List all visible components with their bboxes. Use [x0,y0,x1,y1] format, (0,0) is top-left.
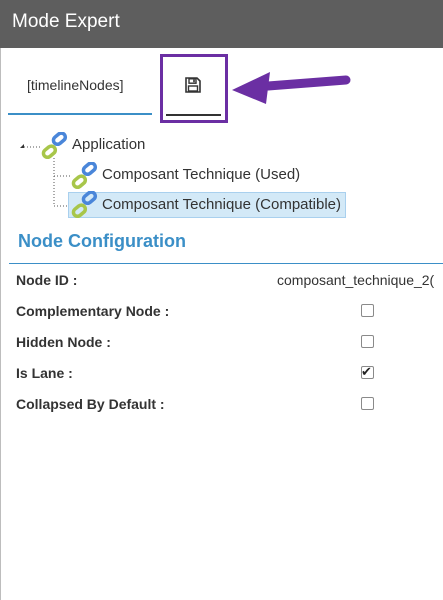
collapsed-by-default-label: Collapsed By Default : [16,396,165,412]
panel-border [0,48,1,600]
save-tab-underline [166,114,221,116]
complementary-node-checkbox[interactable] [361,304,374,317]
tree-node-used[interactable]: Composant Technique (Used) [102,166,300,183]
checkmark-icon: ✔ [361,364,372,379]
tab-timeline-nodes[interactable]: [timelineNodes] [27,77,124,93]
active-tab-indicator [8,113,152,115]
complementary-node-label: Complementary Node : [16,303,170,319]
tree-node-compatible[interactable]: Composant Technique (Compatible) [102,196,341,213]
link-icon [70,190,100,226]
hidden-node-checkbox[interactable] [361,335,374,348]
link-icon [40,131,70,167]
save-icon[interactable] [184,76,202,99]
node-id-value: composant_technique_2( [277,272,435,288]
section-divider [9,263,443,264]
node-id-label: Node ID : [16,272,78,288]
is-lane-checkbox[interactable]: ✔ [361,364,374,379]
window-title: Mode Expert [0,0,443,48]
tree-node-application[interactable]: Application [72,136,145,153]
is-lane-label: Is Lane : [16,365,73,381]
hidden-node-label: Hidden Node : [16,334,111,350]
arrow-left-icon [232,72,351,104]
section-title: Node Configuration [18,231,186,251]
tab-save[interactable] [160,54,228,123]
collapsed-by-default-checkbox[interactable] [361,397,374,410]
